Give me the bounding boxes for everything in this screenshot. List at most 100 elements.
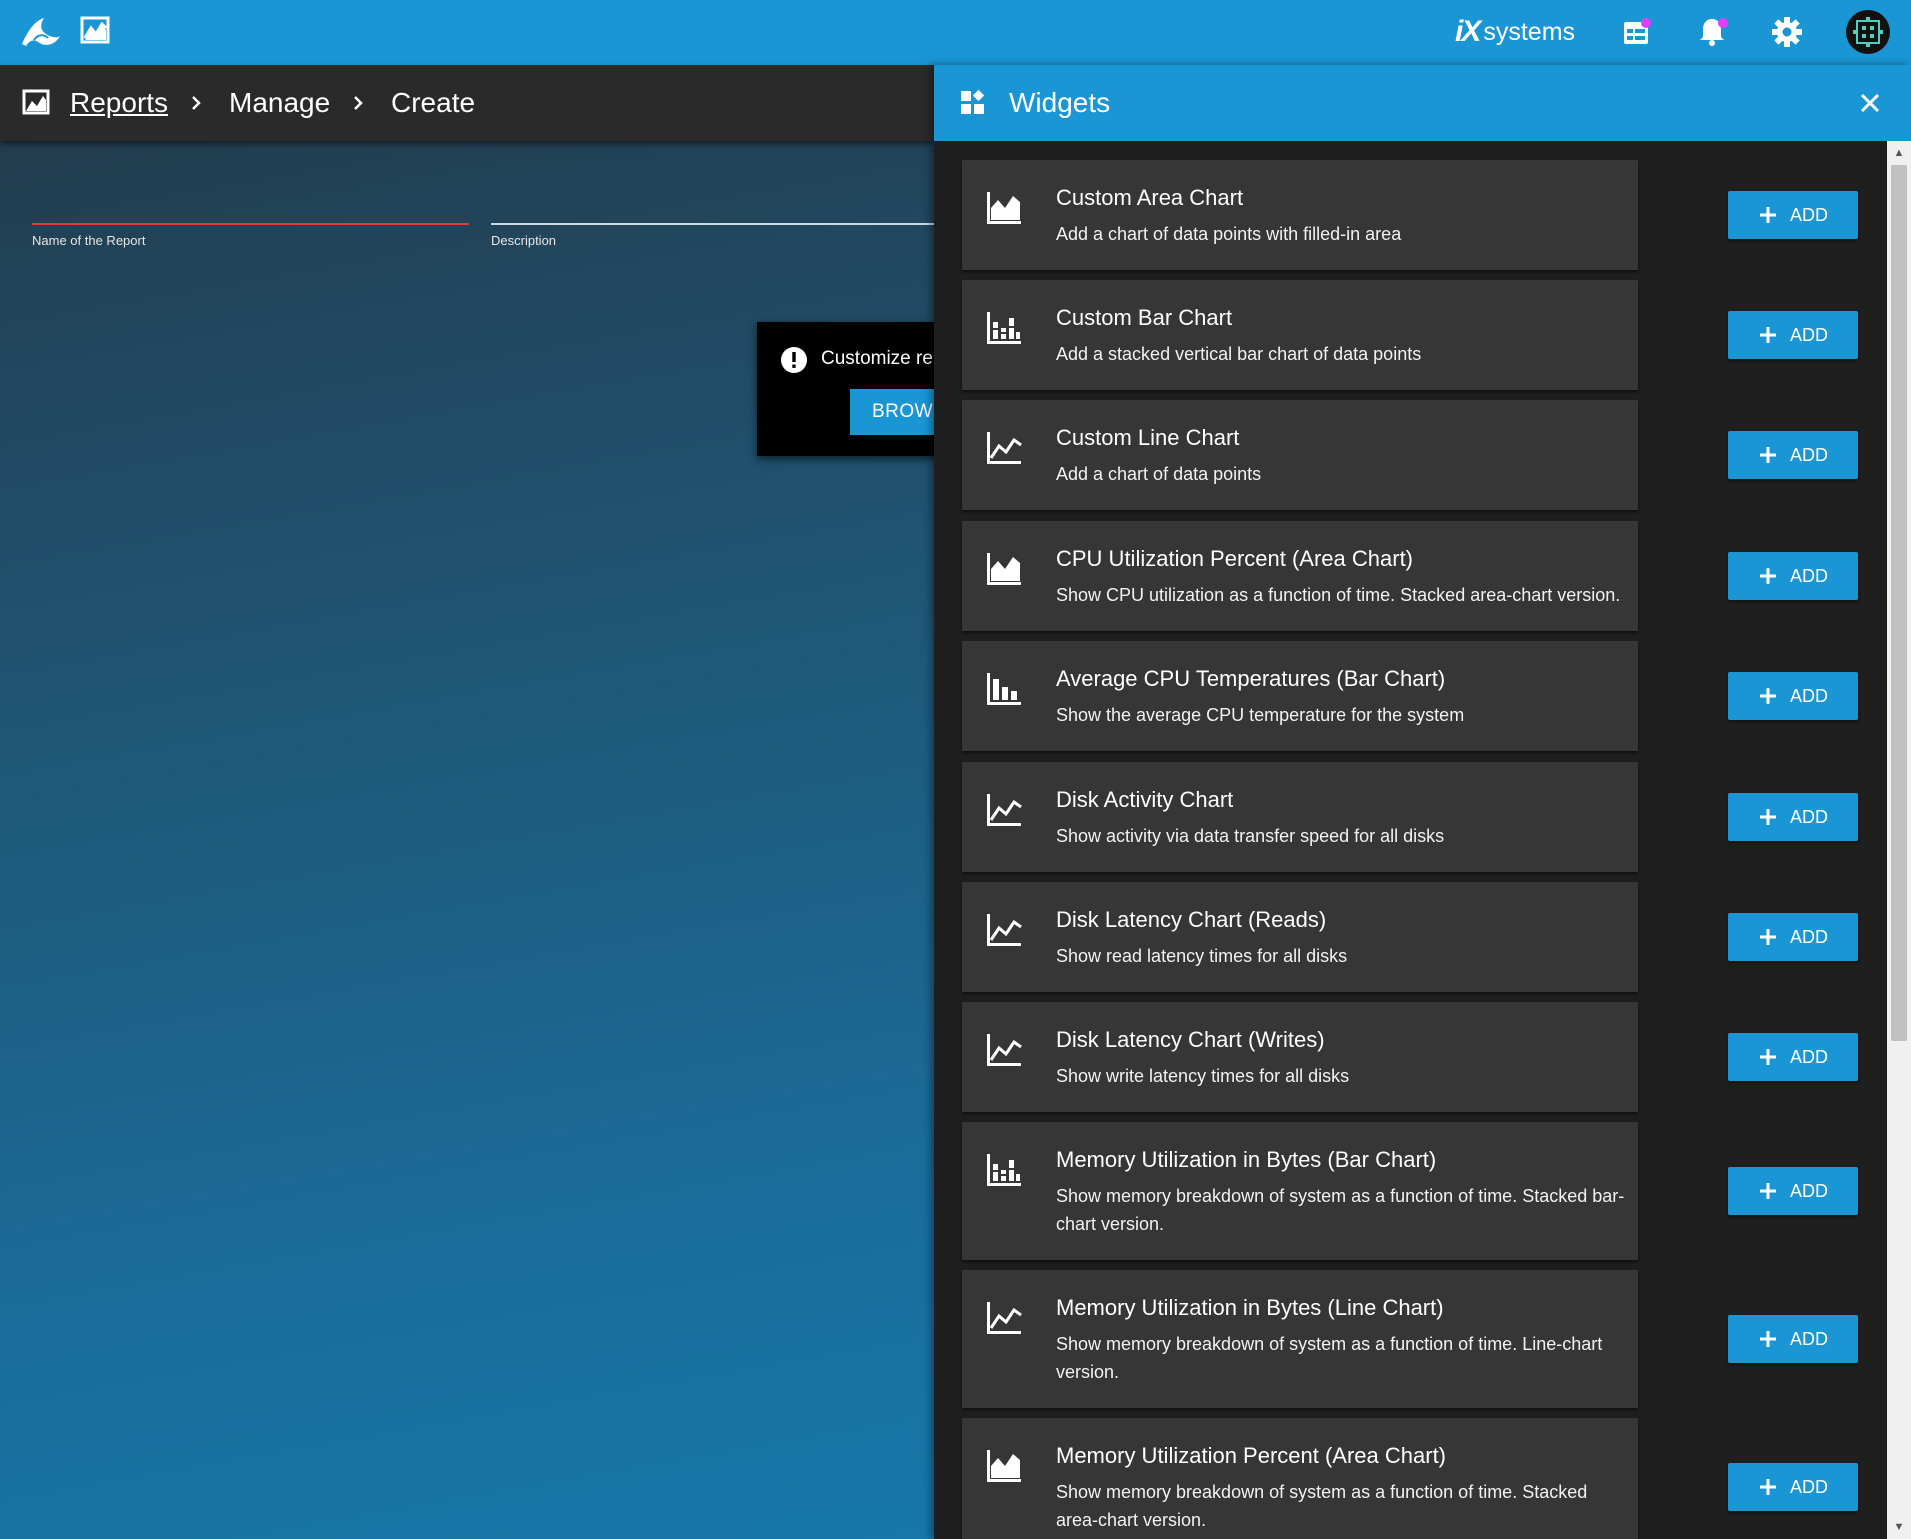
- stacked-bar-chart-icon: [984, 1150, 1024, 1190]
- add-button-label: ADD: [1789, 1476, 1828, 1497]
- widget-description: Show memory breakdown of system as a fun…: [1056, 1482, 1588, 1530]
- add-widget-button[interactable]: ADD: [1728, 311, 1858, 359]
- plus-icon: [1759, 207, 1776, 223]
- widgets-panel-title: Widgets: [1009, 87, 1111, 118]
- plus-icon: [1759, 1049, 1776, 1065]
- add-button-label: ADD: [1789, 324, 1828, 345]
- widget-card: Custom Bar Chart Add a stacked vertical b…: [962, 280, 1638, 390]
- widget-card: Memory Utilization Percent (Area Chart) S…: [962, 1418, 1638, 1539]
- widget-description: Show the average CPU temperature for the…: [1056, 705, 1465, 725]
- widget-row: Custom Area Chart Add a chart of data poi…: [934, 160, 1887, 270]
- widget-title: Average CPU Temperatures (Bar Chart): [1056, 666, 1446, 691]
- add-button-label: ADD: [1789, 806, 1828, 827]
- widget-row: Average CPU Temperatures (Bar Chart) Show…: [934, 641, 1887, 751]
- widget-row: Disk Activity Chart Show activity via dat…: [934, 762, 1887, 872]
- area-chart-icon: [984, 549, 1024, 589]
- breadcrumb-reports-link[interactable]: Reports: [70, 85, 168, 121]
- browse-button[interactable]: BROWS: [850, 389, 934, 435]
- scrollbar[interactable]: ▲ ▼: [1887, 141, 1911, 1539]
- customize-toast: Customize re BROWS: [757, 322, 934, 456]
- widget-description: Show memory breakdown of system as a fun…: [1056, 1334, 1603, 1382]
- widget-card: Custom Line Chart Add a chart of data poi…: [962, 400, 1638, 510]
- add-widget-button[interactable]: ADD: [1728, 1033, 1858, 1081]
- widget-title: Custom Bar Chart: [1056, 305, 1233, 330]
- widgets-panel: Widgets Custom Area Chart Add a chart of …: [934, 65, 1911, 1539]
- widget-description: Show read latency times for all disks: [1056, 946, 1348, 966]
- plus-icon: [1759, 1479, 1776, 1495]
- add-widget-button[interactable]: ADD: [1728, 913, 1858, 961]
- breadcrumb-create: Create: [391, 87, 476, 118]
- line-chart-icon: [984, 910, 1024, 950]
- widget-card: Disk Latency Chart (Writes) Show write la…: [962, 1002, 1638, 1112]
- gear-icon[interactable]: [1769, 14, 1805, 50]
- scroll-up-arrow[interactable]: ▲: [1891, 145, 1907, 161]
- avatar[interactable]: [1846, 10, 1890, 54]
- widget-title: Memory Utilization in Bytes (Bar Chart): [1056, 1147, 1437, 1172]
- add-widget-button[interactable]: ADD: [1728, 1167, 1858, 1215]
- reports-chart-icon: [22, 89, 50, 115]
- ixsystems-logo[interactable]: iX systems: [1455, 14, 1575, 50]
- report-editor-area: Name of the Report Description Customize…: [0, 141, 934, 1539]
- line-chart-icon: [984, 1298, 1024, 1338]
- area-chart-icon: [984, 1446, 1024, 1486]
- widget-title: Custom Line Chart: [1056, 425, 1240, 450]
- add-widget-button[interactable]: ADD: [1728, 672, 1858, 720]
- add-widget-button[interactable]: ADD: [1728, 1315, 1858, 1363]
- widget-card: Disk Activity Chart Show activity via dat…: [962, 762, 1638, 872]
- widget-title: CPU Utilization Percent (Area Chart): [1056, 546, 1414, 571]
- line-chart-icon: [984, 1030, 1024, 1070]
- widget-description: Show CPU utilization as a function of ti…: [1056, 585, 1621, 605]
- scroll-thumb[interactable]: [1891, 165, 1907, 1041]
- widget-title: Disk Latency Chart (Reads): [1056, 907, 1327, 932]
- close-icon[interactable]: [1854, 87, 1886, 119]
- add-button-label: ADD: [1789, 926, 1828, 947]
- widget-description: Add a chart of data points: [1056, 464, 1262, 484]
- add-button-label: ADD: [1789, 1046, 1828, 1067]
- add-widget-button[interactable]: ADD: [1728, 191, 1858, 239]
- add-button-label: ADD: [1789, 1180, 1828, 1201]
- add-button-label: ADD: [1789, 685, 1828, 706]
- widget-description: Add a chart of data points with filled-i…: [1056, 224, 1402, 244]
- widget-card: Memory Utilization in Bytes (Line Chart)…: [962, 1270, 1638, 1408]
- widget-description: Show write latency times for all disks: [1056, 1066, 1350, 1086]
- add-widget-button[interactable]: ADD: [1728, 552, 1858, 600]
- widget-title: Disk Latency Chart (Writes): [1056, 1027, 1325, 1052]
- reports-chart-icon[interactable]: [80, 16, 112, 46]
- report-description-field[interactable]: Description: [491, 223, 934, 248]
- widget-title: Custom Area Chart: [1056, 185, 1244, 210]
- plus-icon: [1759, 447, 1776, 463]
- widget-card: Average CPU Temperatures (Bar Chart) Show…: [962, 641, 1638, 751]
- widgets-icon: [961, 89, 985, 114]
- plus-icon: [1759, 568, 1776, 584]
- report-description-underline: [491, 223, 934, 225]
- widget-card: Custom Area Chart Add a chart of data poi…: [962, 160, 1638, 270]
- widget-description: Show activity via data transfer speed fo…: [1056, 826, 1445, 846]
- add-widget-button[interactable]: ADD: [1728, 793, 1858, 841]
- widget-row: CPU Utilization Percent (Area Chart) Show…: [934, 521, 1887, 631]
- stacked-bar-chart-icon: [984, 308, 1024, 348]
- widget-row: Custom Line Chart Add a chart of data poi…: [934, 400, 1887, 510]
- report-name-field[interactable]: Name of the Report: [32, 223, 469, 248]
- add-button-label: ADD: [1789, 204, 1828, 225]
- widget-description: Show memory breakdown of system as a fun…: [1056, 1186, 1625, 1234]
- avatar-icon: [1853, 17, 1883, 47]
- add-widget-button[interactable]: ADD: [1728, 1463, 1858, 1511]
- plus-icon: [1759, 1331, 1776, 1347]
- widget-title: Memory Utilization Percent (Area Chart): [1056, 1443, 1447, 1468]
- report-description-label: Description: [491, 233, 557, 248]
- widget-row: Memory Utilization in Bytes (Bar Chart) S…: [934, 1122, 1887, 1260]
- add-button-label: ADD: [1789, 1328, 1828, 1349]
- scroll-down-arrow[interactable]: ▼: [1891, 1519, 1907, 1535]
- alert-notification-dot: [1718, 18, 1728, 28]
- brand-prefix: iX: [1455, 15, 1481, 48]
- breadcrumb: Reports Manage Create: [0, 65, 934, 141]
- widgets-panel-header: Widgets: [934, 65, 1911, 141]
- area-chart-icon: [984, 188, 1024, 228]
- freenas-logo-icon[interactable]: [18, 12, 62, 52]
- report-name-label: Name of the Report: [32, 233, 146, 248]
- add-widget-button[interactable]: ADD: [1728, 431, 1858, 479]
- add-button-label: ADD: [1789, 565, 1828, 586]
- widget-list: Custom Area Chart Add a chart of data poi…: [934, 141, 1887, 1539]
- line-chart-icon: [984, 790, 1024, 830]
- widget-card: Disk Latency Chart (Reads) Show read late…: [962, 882, 1638, 992]
